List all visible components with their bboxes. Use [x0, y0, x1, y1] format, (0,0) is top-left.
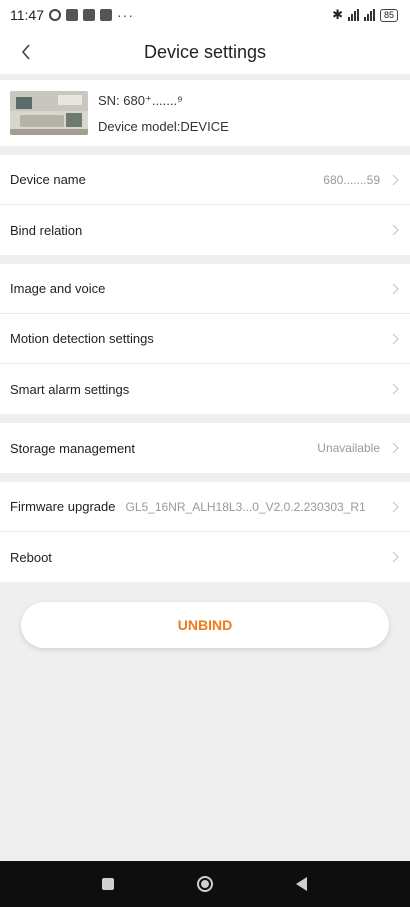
row-label: Firmware upgrade: [10, 499, 116, 514]
back-button[interactable]: [10, 36, 42, 68]
bind-relation-row[interactable]: Bind relation: [0, 205, 410, 255]
unbind-section: UNBIND: [0, 582, 410, 648]
system-nav-bar: [0, 861, 410, 907]
notification-icon: [100, 9, 112, 21]
image-voice-row[interactable]: Image and voice: [0, 264, 410, 314]
smart-alarm-row[interactable]: Smart alarm settings: [0, 364, 410, 414]
row-label: Device name: [10, 172, 86, 187]
row-label: Reboot: [10, 549, 52, 565]
status-bar-right: ✱ 85: [332, 7, 398, 23]
firmware-upgrade-row[interactable]: Firmware upgrade GL5_16NR_ALH18L3...0_V2…: [0, 482, 410, 532]
chevron-right-icon: [390, 382, 400, 396]
chevron-right-icon: [390, 223, 400, 237]
device-model: Device model:DEVICE: [98, 118, 229, 134]
notification-icon: [83, 9, 95, 21]
motion-detection-row[interactable]: Motion detection settings: [0, 314, 410, 364]
row-value: Unavailable: [317, 441, 380, 455]
bluetooth-icon: ✱: [332, 7, 343, 22]
clock: 11:47: [10, 7, 44, 23]
row-value: GL5_16NR_ALH18L3...0_V2.0.2.230303_R1: [125, 499, 366, 514]
signal-icon: [363, 9, 375, 21]
chevron-left-icon: [21, 44, 30, 60]
header: Device settings: [0, 30, 410, 74]
home-button[interactable]: [185, 864, 225, 904]
square-icon: [102, 878, 115, 890]
divider: [0, 146, 410, 155]
device-thumbnail: [10, 91, 88, 135]
unbind-button[interactable]: UNBIND: [21, 602, 389, 648]
status-bar-left: 11:47 ···: [10, 7, 134, 23]
device-serial: SN: 680⁺.......⁹: [98, 92, 183, 108]
row-label: Smart alarm settings: [10, 381, 130, 397]
chevron-right-icon: [390, 282, 400, 296]
row-value: 680.......59: [323, 172, 380, 187]
signal-icon: [347, 9, 359, 21]
divider: [0, 414, 410, 423]
chevron-right-icon: [390, 441, 400, 455]
recents-button[interactable]: [88, 864, 128, 904]
row-label: Storage management: [10, 440, 136, 456]
page-title: Device settings: [143, 41, 267, 62]
circle-icon: [196, 876, 213, 892]
chevron-right-icon: [390, 500, 400, 514]
divider: [0, 255, 410, 264]
more-notifications: ···: [117, 7, 134, 23]
storage-management-row[interactable]: Storage management Unavailable: [0, 423, 410, 473]
reboot-row[interactable]: Reboot: [0, 532, 410, 582]
battery-icon: 85: [379, 8, 398, 22]
chevron-right-icon: [390, 550, 400, 564]
device-name-row[interactable]: Device name 680.......59: [0, 155, 410, 205]
alarm-icon: [49, 9, 61, 21]
chevron-right-icon: [390, 332, 400, 346]
triangle-back-icon: [296, 877, 308, 891]
status-bar: 11:47 ··· ✱ 85: [0, 0, 410, 30]
row-label: Bind relation: [10, 222, 83, 238]
notification-icon: [66, 9, 78, 21]
divider: [0, 473, 410, 482]
row-label: Image and voice: [10, 281, 106, 296]
chevron-right-icon: [390, 173, 400, 187]
row-label: Motion detection settings: [10, 331, 154, 346]
device-info-card: SN: 680⁺.......⁹ Device model:DEVICE: [0, 80, 410, 146]
system-back-button[interactable]: [282, 864, 322, 904]
